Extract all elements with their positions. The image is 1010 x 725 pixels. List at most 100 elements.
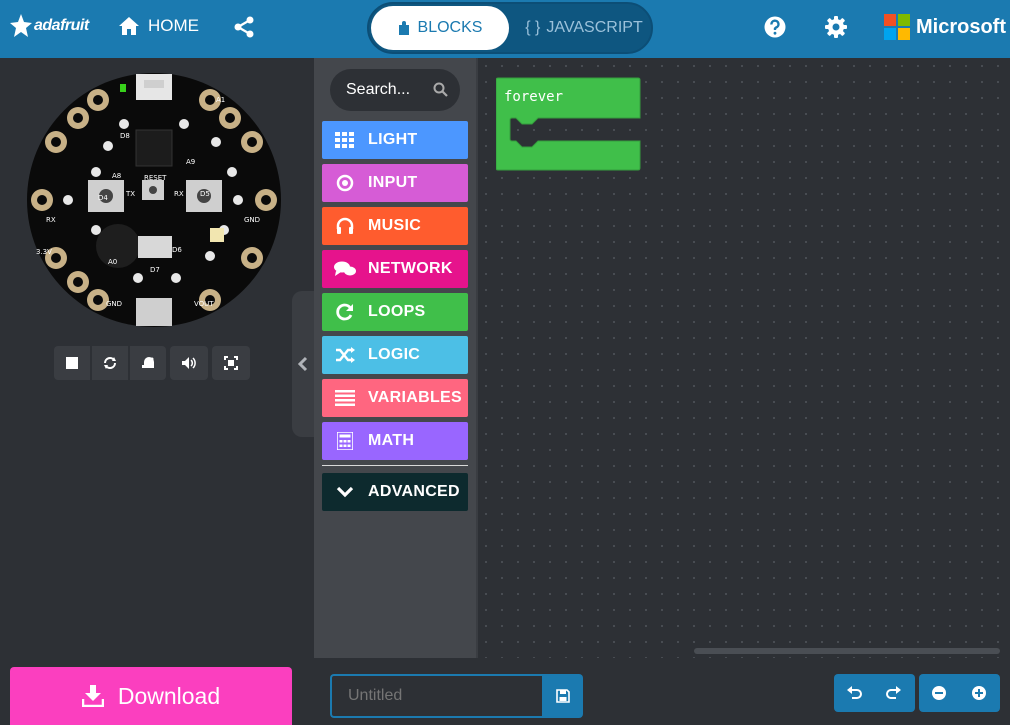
restart-button[interactable] [92,346,128,380]
chat-icon [322,261,368,277]
puzzle-icon [398,21,409,35]
header: adafruit HOME BLOCKS { } JAVASCRIPT Micr… [0,0,1010,58]
simulator-controls [54,346,250,380]
category-label: ADVANCED [368,483,460,500]
collapse-simulator-button[interactable] [292,291,314,437]
save-button[interactable] [542,674,583,718]
category-label: LOGIC [368,346,421,363]
category-advanced[interactable]: ADVANCED [322,473,468,511]
redo-icon [886,686,901,699]
undo-button[interactable] [834,674,874,712]
mute-button[interactable] [170,346,208,380]
headphones-icon [322,217,368,235]
svg-text:GND: GND [244,216,260,224]
search-placeholder: Search... [346,81,411,98]
settings-button[interactable] [825,16,847,43]
category-loops[interactable]: LOOPS [322,293,468,331]
category-input[interactable]: INPUT [322,164,468,202]
circuit-playground-board[interactable]: D8A9A8 D4 D5TX RXRESETA0 D7D6 3.3VGNDGND … [26,72,282,328]
download-button[interactable]: Download [10,667,292,725]
project-name-input[interactable] [330,674,542,718]
grid-icon [322,132,368,148]
svg-text:A8: A8 [112,172,121,180]
home-button[interactable]: HOME [118,16,199,36]
microsoft-logo[interactable]: Microsoft [884,14,1006,40]
toolbox: Search... LIGHT INPUT MUSIC NETWORK LOOP… [314,58,476,658]
refresh-icon [322,303,368,321]
svg-text:A9: A9 [186,158,195,166]
adafruit-flower-icon [10,14,32,37]
redo-button[interactable] [874,674,914,712]
svg-text:D7: D7 [150,266,160,274]
tab-blocks[interactable]: BLOCKS [371,6,509,50]
share-button[interactable] [233,16,255,43]
forever-block-label: forever [504,89,564,105]
category-label: INPUT [368,174,418,191]
editor-toggle: BLOCKS { } JAVASCRIPT [367,2,653,54]
undo-redo-group [834,674,915,712]
chevron-down-icon [322,486,368,498]
minus-circle-icon [932,686,946,700]
category-label: VARIABLES [368,389,462,406]
tab-blocks-label: BLOCKS [417,19,483,36]
svg-text:A1: A1 [216,96,225,104]
help-button[interactable] [764,16,786,43]
list-icon [322,390,368,406]
category-label: LIGHT [368,131,418,148]
footer-bar: Download [0,658,1010,725]
category-label: MATH [368,432,415,449]
snail-icon [142,357,154,368]
target-icon [322,174,368,192]
svg-text:RESET: RESET [144,174,167,182]
svg-text:VOUT: VOUT [194,300,214,308]
stop-button[interactable] [54,346,90,380]
download-icon [81,685,104,707]
svg-text:RX: RX [174,190,184,198]
home-label: HOME [148,16,199,35]
blocks-workspace[interactable]: forever [476,58,1010,658]
brand-name: adafruit [34,17,89,34]
svg-text:TX: TX [125,190,135,198]
microsoft-squares-icon [884,14,910,40]
calculator-icon [322,432,368,450]
home-icon [119,17,139,35]
zoom-out-button[interactable] [919,674,959,712]
category-math[interactable]: MATH [322,422,468,460]
category-variables[interactable]: VARIABLES [322,379,468,417]
simulator-panel: D8 A9 A8 D4 D5 TX RX RESET A0 D7 D6 3.3V GND GND … [0,58,314,658]
fullscreen-button[interactable] [212,346,250,380]
chevron-left-icon [298,356,308,372]
category-music[interactable]: MUSIC [322,207,468,245]
category-logic[interactable]: LOGIC [322,336,468,374]
shuffle-icon [322,347,368,363]
svg-text:D5: D5 [200,190,210,198]
search-icon [433,82,448,97]
svg-text:RX: RX [46,216,56,224]
category-label: MUSIC [368,217,422,234]
slowmo-button[interactable] [130,346,166,380]
search-input[interactable]: Search... [330,69,460,111]
restart-icon [104,357,116,369]
svg-text:D6: D6 [172,246,182,254]
fullscreen-icon [224,356,238,370]
workspace-scrollbar[interactable] [694,648,1000,654]
share-icon [234,16,254,38]
tab-javascript-label: JAVASCRIPT [546,19,643,36]
zoom-group [919,674,1000,712]
zoom-in-button[interactable] [959,674,999,712]
category-network[interactable]: NETWORK [322,250,468,288]
svg-text:3.3V: 3.3V [36,248,52,256]
tab-javascript[interactable]: { } JAVASCRIPT [519,6,649,50]
plus-circle-icon [972,686,986,700]
category-label: NETWORK [368,260,453,277]
svg-text:D8: D8 [120,132,130,140]
speaker-icon [182,357,196,369]
stop-icon [66,357,78,369]
category-label: LOOPS [368,303,426,320]
adafruit-logo[interactable]: adafruit [10,14,89,38]
microsoft-label: Microsoft [916,15,1006,38]
category-light[interactable]: LIGHT [322,121,468,159]
save-icon [555,689,570,703]
toolbox-divider [322,465,468,466]
svg-text:A0: A0 [108,258,117,266]
